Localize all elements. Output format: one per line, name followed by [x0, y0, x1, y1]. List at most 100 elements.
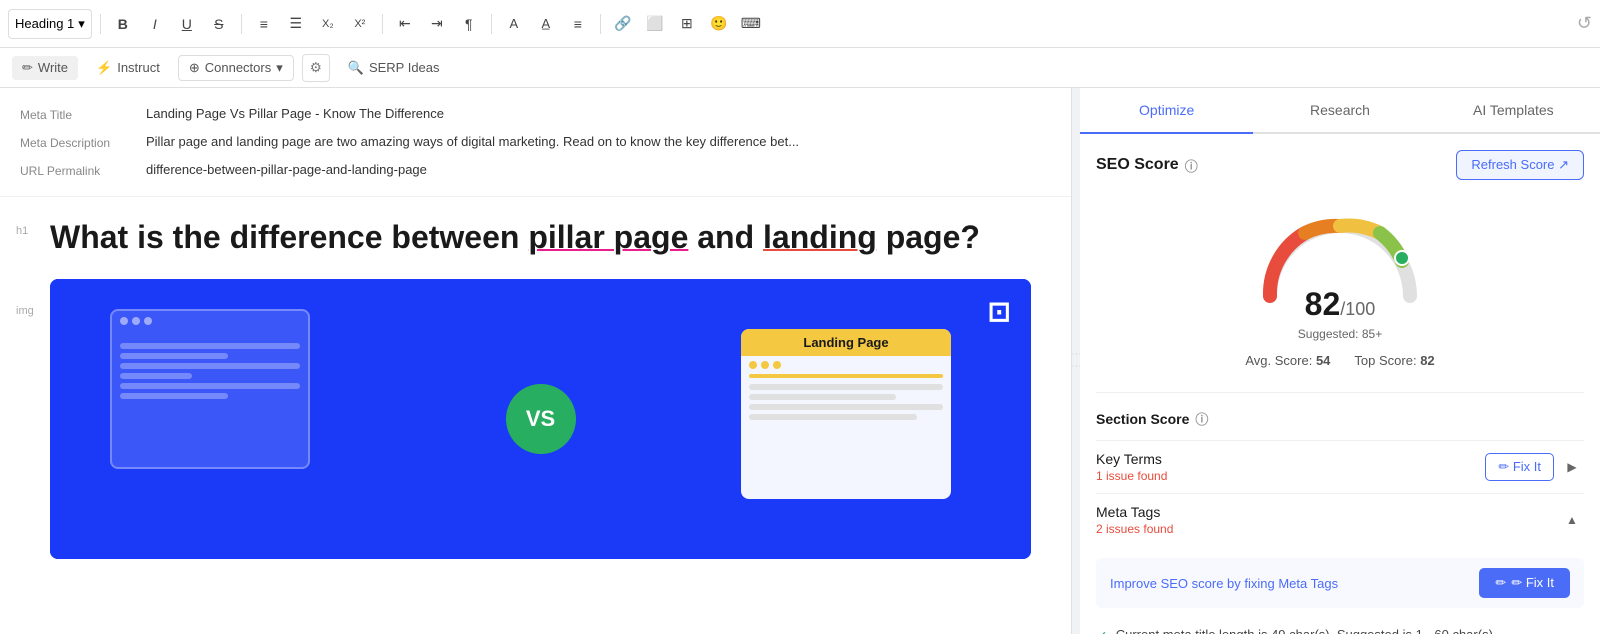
title-part2: and [688, 219, 763, 255]
brand-icon: ⊡ [988, 295, 1011, 328]
meta-title-value[interactable]: Landing Page Vs Pillar Page - Know The D… [146, 106, 1051, 121]
serp-ideas-button[interactable]: 🔍 SERP Ideas [338, 56, 450, 80]
improve-banner: Improve SEO score by fixing Meta Tags ✏ … [1096, 558, 1584, 608]
avg-value: 54 [1316, 353, 1330, 368]
score-max: /100 [1340, 299, 1375, 319]
browser-right-dots [741, 356, 951, 374]
serp-label: SERP Ideas [369, 60, 440, 75]
underline-button[interactable]: U [173, 10, 201, 38]
toolbar-divider-3 [382, 14, 383, 34]
top-score: Top Score: 82 [1354, 353, 1434, 368]
image-button[interactable]: ⬜ [641, 10, 669, 38]
main-toolbar: Heading 1 ▾ B I U S ≡ ☰ X₂ X² ⇤ ⇥ ¶ A A̲… [0, 0, 1600, 48]
article-title[interactable]: What is the difference between pillar pa… [50, 217, 1031, 259]
instruct-icon: ⚡ [96, 60, 112, 76]
font-color-button[interactable]: A [500, 10, 528, 38]
subscript-button[interactable]: X₂ [314, 10, 342, 38]
connectors-label: Connectors [205, 60, 271, 75]
link-button[interactable]: 🔗 [609, 10, 637, 38]
meta-url-value[interactable]: difference-between-pillar-page-and-landi… [146, 162, 1051, 177]
browser-left [110, 309, 310, 469]
line2 [120, 353, 228, 359]
line6 [120, 393, 228, 399]
seo-score-header: SEO Score ⓘ Refresh Score ↗ [1096, 150, 1584, 180]
right-title-bar [749, 374, 943, 378]
paragraph-button[interactable]: ¶ [455, 10, 483, 38]
instruct-button[interactable]: ⚡ Instruct [86, 56, 170, 80]
tab-research[interactable]: Research [1253, 88, 1426, 134]
italic-button[interactable]: I [141, 10, 169, 38]
section-score-info-icon[interactable]: ⓘ [1195, 409, 1208, 428]
meta-tags-issue: 2 issues found [1096, 522, 1173, 536]
ydot2 [761, 361, 769, 369]
key-terms-chevron[interactable]: ▶ [1560, 455, 1584, 479]
check-text-1: Current meta title length is 49 char(s).… [1116, 627, 1493, 634]
bold-button[interactable]: B [109, 10, 137, 38]
panel-body: SEO Score ⓘ Refresh Score ↗ [1080, 134, 1600, 634]
table-button[interactable]: ⊞ [673, 10, 701, 38]
align-button[interactable]: ≡ [564, 10, 592, 38]
meta-tags-left: Meta Tags 2 issues found [1096, 504, 1173, 536]
toolbar-divider-1 [100, 14, 101, 34]
vs-circle: VS [506, 384, 576, 454]
img-label: img [16, 305, 34, 317]
refresh-score-button[interactable]: Refresh Score ↗ [1456, 150, 1584, 180]
meta-desc-row: Meta Description Pillar page and landing… [20, 128, 1051, 156]
write-label: Write [38, 60, 68, 75]
meta-tags-body: Improve SEO score by fixing Meta Tags ✏ … [1096, 546, 1584, 634]
connectors-button[interactable]: ⊕ Connectors ▾ [178, 55, 294, 81]
connectors-chevron: ▾ [276, 60, 283, 76]
section-score-title-text: Section Score [1096, 411, 1189, 427]
fix-it-icon: ✏ [1495, 575, 1506, 591]
resize-handle[interactable]: ⋮⋮ [1072, 88, 1080, 634]
emoji-button[interactable]: 🙂 [705, 10, 733, 38]
code-button[interactable]: ⌨ [737, 10, 765, 38]
browser-dots [112, 311, 308, 331]
indent-left-button[interactable]: ⇤ [391, 10, 419, 38]
highlight-button[interactable]: A̲ [532, 10, 560, 38]
tab-research-label: Research [1310, 102, 1370, 118]
section-score: Section Score ⓘ Key Terms 1 issue found … [1096, 392, 1584, 634]
ydot3 [773, 361, 781, 369]
meta-tags-label: Meta Tags [1096, 504, 1173, 520]
superscript-button[interactable]: X² [346, 10, 374, 38]
key-terms-issue: 1 issue found [1096, 469, 1167, 483]
unordered-list-button[interactable]: ☰ [282, 10, 310, 38]
seo-score-title-text: SEO Score [1096, 156, 1179, 174]
avg-label: Avg. Score: [1245, 353, 1312, 368]
rline2 [749, 394, 896, 400]
tab-ai-templates[interactable]: AI Templates [1427, 88, 1600, 134]
write-button[interactable]: ✏ Write [12, 56, 78, 80]
settings-button[interactable]: ⚙ [302, 54, 330, 82]
instruct-label: Instruct [117, 60, 160, 75]
dot3 [144, 317, 152, 325]
right-panel: Optimize Research AI Templates SEO Score… [1080, 88, 1600, 634]
tab-ai-templates-label: AI Templates [1473, 102, 1554, 118]
meta-desc-value[interactable]: Pillar page and landing page are two ama… [146, 134, 1051, 149]
editor-area[interactable]: Meta Title Landing Page Vs Pillar Page -… [0, 88, 1072, 634]
tab-optimize[interactable]: Optimize [1080, 88, 1253, 134]
ordered-list-button[interactable]: ≡ [250, 10, 278, 38]
strikethrough-button[interactable]: S [205, 10, 233, 38]
meta-tags-chevron[interactable]: ▲ [1560, 508, 1584, 532]
heading-select-label: Heading 1 [15, 16, 74, 31]
line3 [120, 363, 300, 369]
editor-content[interactable]: h1 What is the difference between pillar… [0, 197, 1071, 579]
key-terms-row: Key Terms 1 issue found ✏ Fix It ▶ [1096, 440, 1584, 493]
indent-right-button[interactable]: ⇥ [423, 10, 451, 38]
meta-url-row: URL Permalink difference-between-pillar-… [20, 156, 1051, 184]
meta-url-label: URL Permalink [20, 162, 130, 178]
title-part3: page? [877, 219, 980, 255]
meta-tags-fix-button[interactable]: ✏ ✏ Fix It [1479, 568, 1570, 598]
seo-score-info-icon[interactable]: ⓘ [1185, 156, 1198, 175]
rline3 [749, 404, 943, 410]
history-icon[interactable]: ↺ [1577, 13, 1592, 34]
rline1 [749, 384, 943, 390]
score-stats: Avg. Score: 54 Top Score: 82 [1245, 353, 1434, 368]
heading-select[interactable]: Heading 1 ▾ [8, 9, 92, 39]
dot2 [132, 317, 140, 325]
toolbar-divider-2 [241, 14, 242, 34]
gauge-container: 82/100 Suggested: 85+ Avg. Score: 54 Top… [1096, 196, 1584, 384]
score-number: 82 [1305, 286, 1341, 322]
key-terms-fix-button[interactable]: ✏ Fix It [1485, 453, 1554, 481]
